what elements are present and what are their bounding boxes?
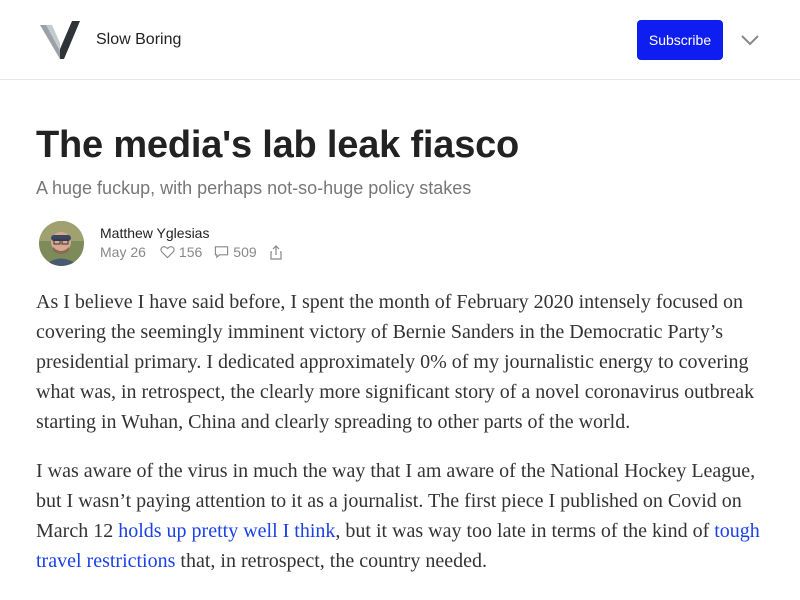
- top-bar: Slow Boring Subscribe: [0, 0, 800, 80]
- like-button[interactable]: 156: [160, 244, 202, 260]
- post-meta: May 26 156 509: [100, 244, 299, 260]
- comment-count: 509: [233, 244, 257, 260]
- paragraph-text: , but it was way too late in terms of th…: [335, 520, 715, 542]
- paragraph: As I believe I have said before, I spent…: [36, 291, 755, 433]
- author-name[interactable]: Matthew Yglesias: [100, 225, 209, 241]
- author-avatar[interactable]: [39, 221, 84, 266]
- post-subtitle: A huge fuckup, with perhaps not-so-huge …: [36, 178, 472, 198]
- paragraph-text: that, in retrospect, the country needed.: [175, 550, 487, 572]
- share-button[interactable]: [269, 244, 287, 260]
- post-body: As I believe I have said before, I spent…: [36, 287, 768, 595]
- paragraph: I was aware of the virus in much the way…: [36, 456, 768, 576]
- comments-button[interactable]: 509: [214, 244, 257, 260]
- comment-icon: [215, 246, 229, 259]
- heart-icon: [160, 246, 175, 259]
- chevron-down-icon[interactable]: [740, 34, 760, 46]
- publication-name[interactable]: Slow Boring: [96, 31, 181, 49]
- publication-logo-icon[interactable]: [40, 21, 80, 59]
- share-icon: [270, 244, 282, 260]
- inline-link[interactable]: holds up pretty well I think: [118, 520, 335, 542]
- post-title: The media's lab leak fiasco: [36, 124, 520, 166]
- post-date: May 26: [100, 244, 146, 260]
- like-count: 156: [178, 244, 203, 260]
- subscribe-button[interactable]: Subscribe: [637, 20, 723, 60]
